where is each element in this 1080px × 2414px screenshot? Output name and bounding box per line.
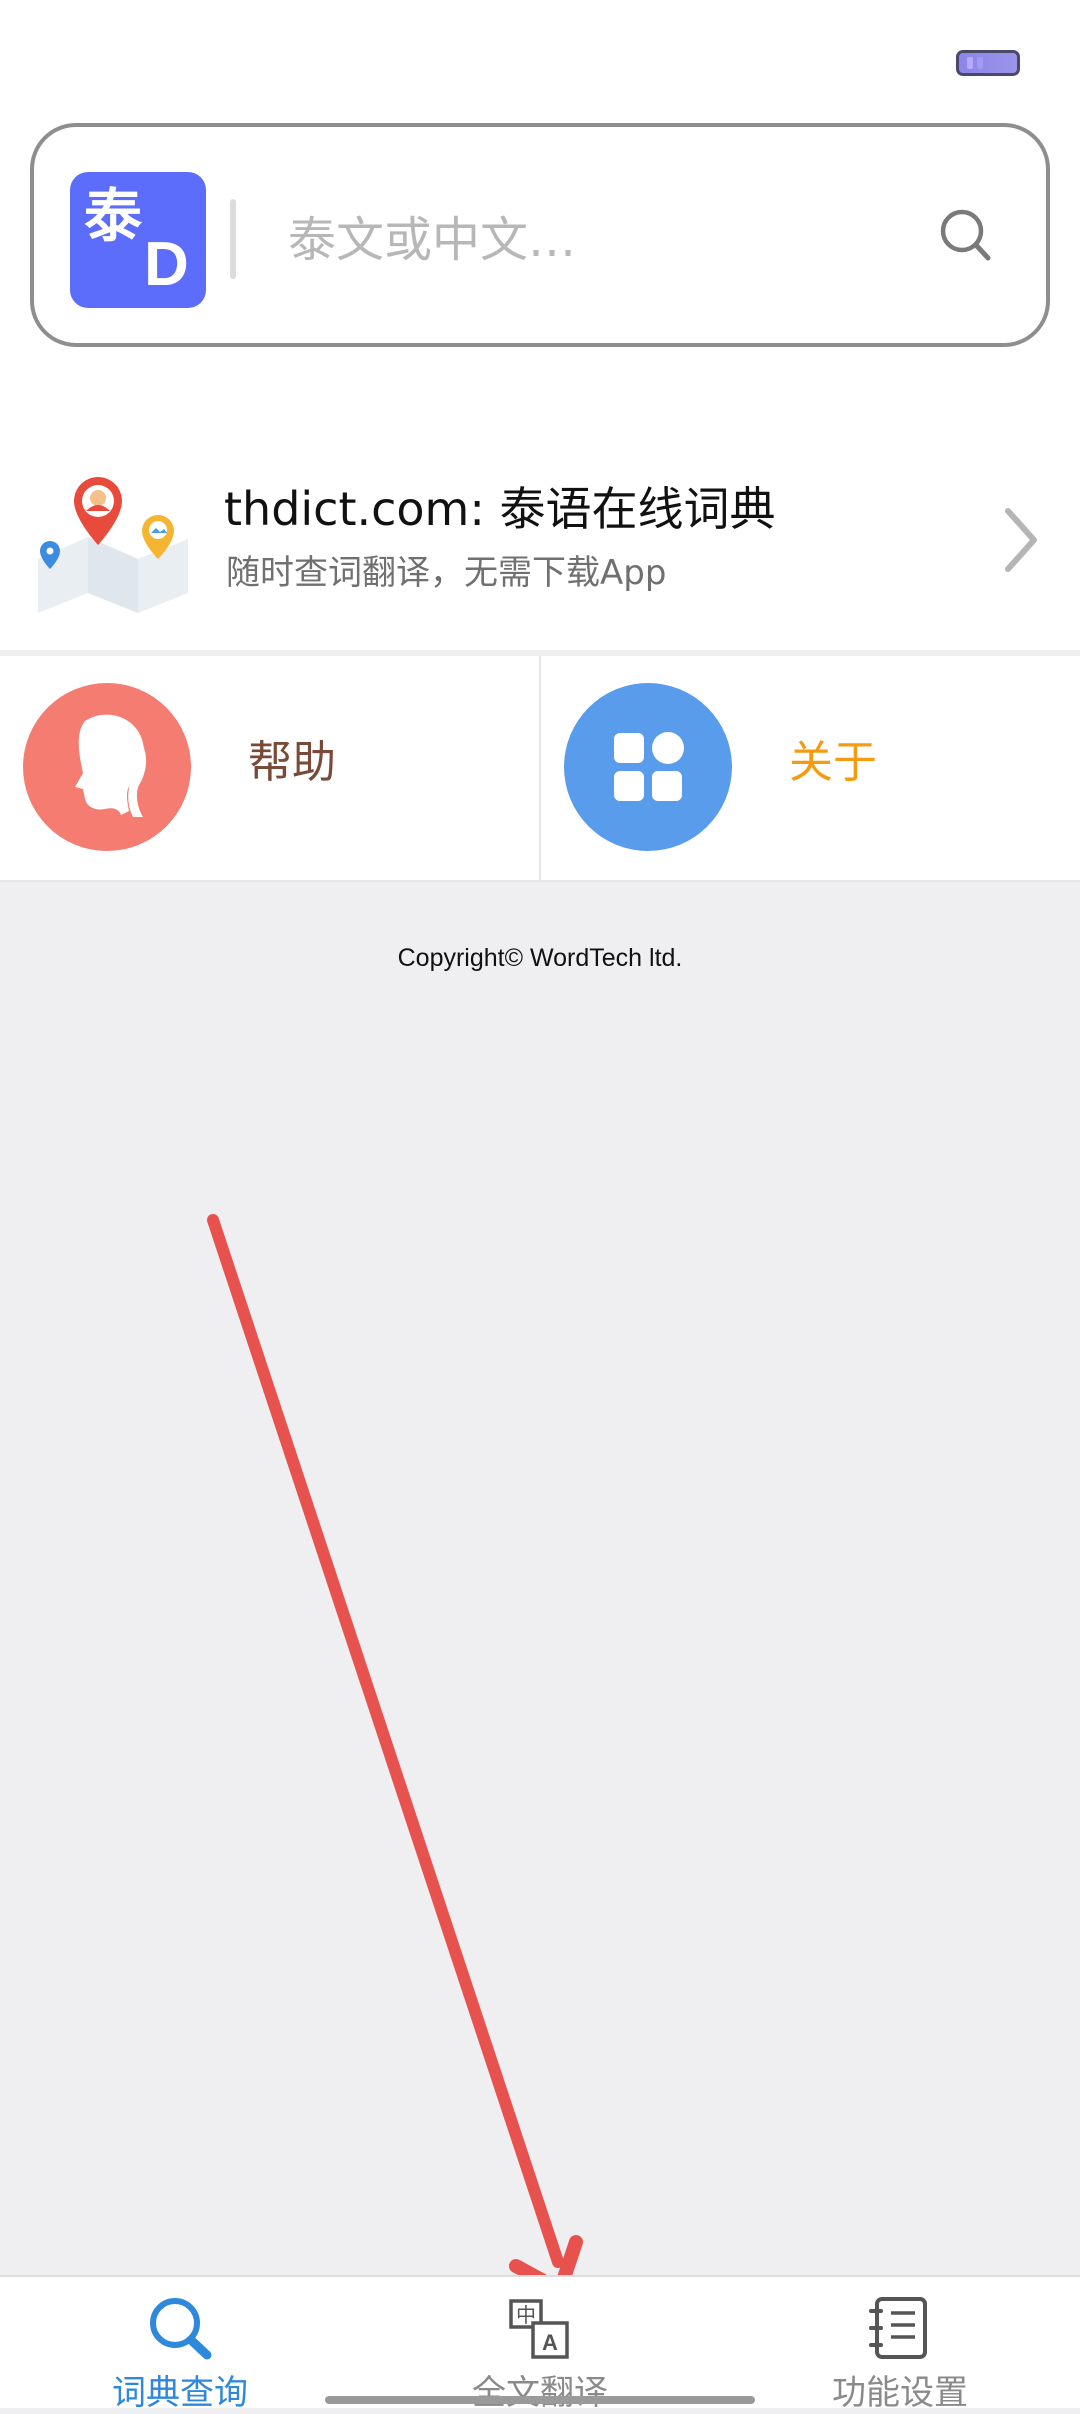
banner-subtitle: 随时查词翻译，无需下载App <box>226 553 667 593</box>
battery-icon <box>956 50 1020 76</box>
help-label: 帮助 <box>248 737 336 788</box>
search-icon[interactable] <box>938 207 994 267</box>
logo-letter: D <box>144 230 189 299</box>
map-pin-illustration <box>38 477 188 613</box>
search-icon <box>150 2298 212 2360</box>
tab-label: 词典查询 <box>112 2373 248 2413</box>
apps-grid-icon <box>564 683 732 851</box>
divider <box>0 880 1080 882</box>
app-logo: 泰 D <box>70 172 206 308</box>
help-tile[interactable]: 帮助 <box>0 656 539 880</box>
chevron-right-icon <box>1005 508 1037 572</box>
banner-title: thdict.com: 泰语在线词典 <box>224 482 776 536</box>
search-divider <box>230 199 236 279</box>
about-label: 关于 <box>789 737 877 788</box>
svg-text:A: A <box>542 2330 558 2355</box>
website-banner[interactable]: thdict.com: 泰语在线词典 随时查词翻译，无需下载App <box>0 445 1080 650</box>
home-indicator <box>325 2396 755 2404</box>
search-input[interactable] <box>288 185 908 295</box>
tiles-row: 帮助 关于 <box>0 656 1080 880</box>
logo-char: 泰 <box>84 182 143 250</box>
tab-translate[interactable]: 中 A 全文翻译 <box>360 2277 720 2413</box>
tab-settings[interactable]: 功能设置 <box>720 2277 1080 2413</box>
help-icon <box>23 683 191 851</box>
tab-dictionary[interactable]: 词典查询 <box>0 2277 360 2413</box>
bottom-tab-bar: 词典查询 中 A 全文翻译 功能设置 <box>0 2275 1080 2413</box>
search-bar[interactable]: 泰 D <box>30 123 1050 347</box>
tab-label: 全文翻译 <box>472 2373 608 2413</box>
notebook-icon <box>869 2297 927 2359</box>
about-tile[interactable]: 关于 <box>541 656 1080 880</box>
tab-label: 功能设置 <box>832 2373 968 2413</box>
copyright-text: Copyright© WordTech ltd. <box>397 944 683 972</box>
translate-icon: 中 A <box>509 2299 569 2359</box>
